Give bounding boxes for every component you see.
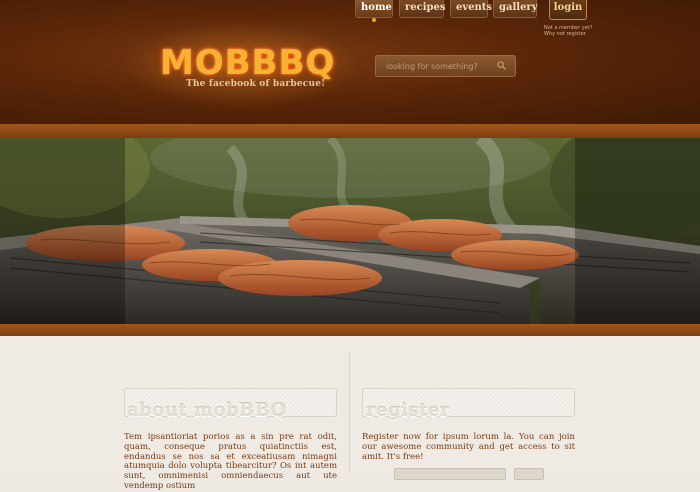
nav-gallery-label: gallery: [499, 2, 538, 13]
register-text: Register now for ipsum lorum la. You can…: [362, 432, 575, 462]
nav-gallery[interactable]: gallery: [493, 0, 538, 18]
search-input[interactable]: [376, 56, 491, 76]
nav-home[interactable]: home: [355, 0, 393, 22]
site-tagline: The facebook of barbecue!: [186, 79, 326, 89]
nav-home-label: home: [361, 2, 392, 13]
photo-bottom-bar: [0, 324, 700, 336]
photo-right-shade: [575, 138, 700, 324]
column-divider: [349, 352, 350, 472]
search-icon[interactable]: [497, 61, 506, 70]
hero-bbq-photo: [0, 138, 700, 324]
content-area: [0, 336, 700, 472]
search-box: [375, 55, 516, 77]
nav-events-label: events: [456, 2, 493, 13]
active-indicator-dot: [372, 18, 376, 22]
header-divider-bar: [0, 124, 700, 138]
header: MOBBBQ The facebook of barbecue! home re…: [0, 0, 700, 124]
register-title: register: [366, 400, 450, 421]
nav-recipes[interactable]: recipes: [399, 0, 446, 18]
about-title: about mobBBQ: [127, 400, 287, 421]
about-text: Tem ipsantioriat porios as a sin pre rat…: [124, 432, 337, 491]
login-button[interactable]: login: [549, 0, 587, 20]
register-link[interactable]: Why not register.: [544, 31, 604, 37]
register-input[interactable]: [394, 468, 506, 480]
member-note: Not a member yet? Why not register.: [544, 25, 604, 37]
register-submit-button[interactable]: [514, 468, 544, 480]
photo-left-shade: [0, 138, 125, 324]
nav-recipes-label: recipes: [405, 2, 446, 13]
nav-events[interactable]: events: [450, 0, 492, 18]
